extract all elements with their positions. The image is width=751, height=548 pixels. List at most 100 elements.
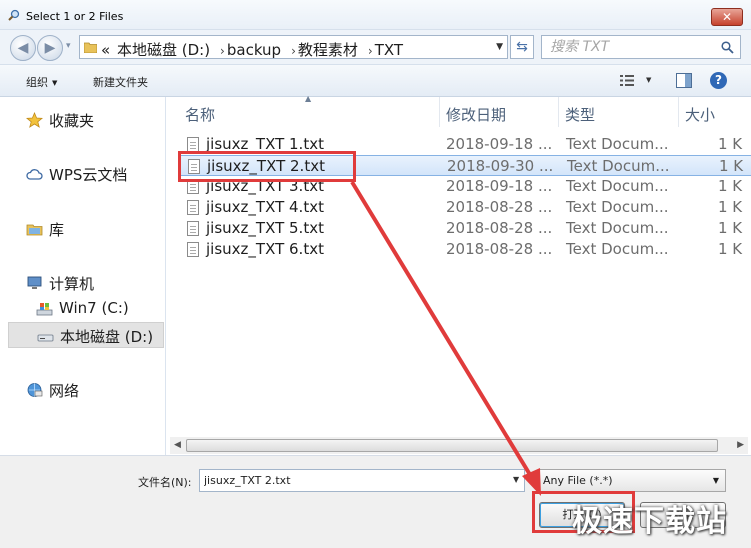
file-row[interactable]: jisuxz_TXT 4.txt 2018-08-28 ... Text Doc…	[179, 197, 751, 218]
file-type: Text Docum...	[567, 157, 670, 175]
breadcrumb-separator[interactable]: ›	[291, 44, 296, 58]
breadcrumb: « 本地磁盘 (D:) › backup › 教程素材 › TXT	[101, 39, 405, 60]
filename-input[interactable]	[199, 469, 525, 492]
sort-ascending-icon: ▲	[305, 94, 312, 103]
file-row[interactable]: jisuxz_TXT 3.txt 2018-09-18 ... Text Doc…	[179, 176, 751, 197]
file-date: 2018-09-18 ...	[446, 177, 553, 195]
drive-c-icon	[36, 303, 53, 316]
watermark: 极速下载站	[572, 504, 727, 539]
search-icon[interactable]	[721, 41, 734, 54]
text-file-icon	[188, 159, 200, 174]
refresh-button[interactable]: ⇆	[510, 35, 534, 59]
search-input[interactable]	[550, 38, 710, 56]
sidebar-item-libraries[interactable]: 库	[0, 216, 166, 242]
forward-button[interactable]: ▶	[37, 35, 63, 61]
text-file-icon	[187, 221, 199, 236]
sidebar-item-network[interactable]: 网络	[0, 377, 166, 403]
file-row[interactable]: jisuxz_TXT 5.txt 2018-08-28 ... Text Doc…	[179, 218, 751, 239]
sidebar-item-label: Win7 (C:)	[59, 299, 129, 317]
file-type: Text Docum...	[566, 219, 669, 237]
organize-label: 组织	[26, 76, 48, 89]
breadcrumb-drive-d[interactable]: 本地磁盘 (D:)	[117, 41, 210, 59]
star-icon	[26, 112, 43, 128]
column-header-date[interactable]: 修改日期	[446, 104, 506, 125]
window-title: Select 1 or 2 Files	[26, 10, 124, 23]
file-type-filter[interactable]: Any File (*.*) ▼	[538, 469, 726, 492]
column-header-name[interactable]: 名称	[185, 104, 215, 125]
organize-menu[interactable]: 组织 ▼	[26, 74, 57, 90]
sidebar-item-drive-d[interactable]: 本地磁盘 (D:)	[8, 322, 164, 348]
scroll-left-icon[interactable]: ◀	[174, 440, 181, 450]
sidebar-item-label: 计算机	[49, 275, 95, 293]
back-button[interactable]: ◀	[10, 35, 36, 61]
file-date: 2018-08-28 ...	[446, 198, 553, 216]
file-type: Text Docum...	[566, 135, 669, 153]
breadcrumb-overflow[interactable]: «	[101, 41, 110, 59]
computer-icon	[27, 276, 42, 289]
title-bar: Select 1 or 2 Files ✕	[0, 0, 751, 30]
breadcrumb-backup[interactable]: backup	[227, 41, 281, 59]
text-file-icon	[187, 242, 199, 257]
text-file-icon	[187, 137, 199, 152]
folder-icon	[84, 42, 97, 53]
file-type: Text Docum...	[566, 240, 669, 258]
view-options-icon[interactable]	[620, 74, 634, 87]
close-button[interactable]: ✕	[711, 8, 743, 26]
search-app-icon	[8, 9, 20, 21]
file-row[interactable]: jisuxz_TXT 1.txt 2018-09-18 ... Text Doc…	[179, 134, 751, 155]
navigation-bar: ◀ ▶ ▾ « 本地磁盘 (D:) › backup › 教程素材 › TXT ▼ ⇆	[0, 30, 751, 64]
scrollbar-thumb[interactable]	[186, 439, 718, 452]
column-header-size[interactable]: 大小	[685, 104, 715, 125]
text-file-icon	[187, 200, 199, 215]
filename-dropdown-icon[interactable]: ▼	[513, 475, 519, 484]
cloud-icon	[26, 169, 43, 180]
address-dropdown-icon[interactable]: ▼	[496, 42, 503, 52]
drive-d-icon	[37, 334, 54, 342]
history-dropdown-icon[interactable]: ▾	[66, 41, 71, 51]
file-name: jisuxz_TXT 2.txt	[207, 157, 325, 175]
column-divider[interactable]	[558, 97, 559, 127]
file-size: 1 K	[718, 219, 743, 237]
text-file-icon	[187, 179, 199, 194]
breadcrumb-separator[interactable]: ›	[220, 44, 225, 58]
breadcrumb-txt[interactable]: TXT	[375, 41, 403, 59]
sidebar-item-wps-cloud[interactable]: WPS云文档	[0, 161, 166, 187]
scroll-right-icon[interactable]: ▶	[737, 440, 744, 450]
file-name: jisuxz_TXT 4.txt	[206, 198, 324, 216]
column-header-type[interactable]: 类型	[565, 104, 595, 125]
command-toolbar: 组织 ▼ 新建文件夹 ▼ ?	[0, 64, 751, 97]
sidebar-item-favorites[interactable]: 收藏夹	[0, 107, 166, 133]
file-size: 1 K	[718, 177, 743, 195]
file-row[interactable]: jisuxz_TXT 6.txt 2018-08-28 ... Text Doc…	[179, 239, 751, 260]
sidebar-item-computer[interactable]: 计算机	[0, 270, 166, 296]
address-bar[interactable]: « 本地磁盘 (D:) › backup › 教程素材 › TXT ▼	[79, 35, 508, 59]
file-name: jisuxz_TXT 5.txt	[206, 219, 324, 237]
sidebar-item-label: 库	[49, 221, 65, 239]
network-icon	[27, 383, 43, 397]
breadcrumb-separator[interactable]: ›	[368, 44, 373, 58]
file-size: 1 K	[718, 240, 743, 258]
file-date: 2018-08-28 ...	[446, 219, 553, 237]
navigation-pane: 收藏夹 WPS云文档 库 计算机 Win7 (C:) 本地磁盘 (D:) 网络	[0, 97, 166, 455]
file-name: jisuxz_TXT 3.txt	[206, 177, 324, 195]
horizontal-scrollbar[interactable]: ◀ ▶	[170, 437, 748, 454]
file-date: 2018-08-28 ...	[446, 240, 553, 258]
file-list: ▲ 名称 修改日期 类型 大小 jisuxz_TXT 1.txt 2018-09…	[167, 94, 751, 455]
file-size: 1 K	[718, 198, 743, 216]
file-row-selected[interactable]: jisuxz_TXT 2.txt 2018-09-30 ... Text Doc…	[179, 155, 751, 176]
preview-pane-icon[interactable]	[676, 73, 692, 88]
sidebar-item-drive-c[interactable]: Win7 (C:)	[0, 296, 166, 322]
chevron-down-icon: ▼	[52, 79, 58, 87]
search-box[interactable]	[541, 35, 741, 59]
filename-label: 文件名(N):	[138, 476, 192, 489]
new-folder-button[interactable]: 新建文件夹	[93, 74, 148, 90]
library-icon	[26, 224, 43, 236]
help-icon[interactable]: ?	[710, 72, 727, 89]
column-divider[interactable]	[439, 97, 440, 127]
file-size: 1 K	[718, 135, 743, 153]
column-divider[interactable]	[678, 97, 679, 127]
chevron-down-icon: ▼	[712, 476, 719, 485]
view-dropdown-icon[interactable]: ▼	[646, 76, 651, 84]
breadcrumb-tutorial-materials[interactable]: 教程素材	[298, 41, 358, 59]
file-name: jisuxz_TXT 6.txt	[206, 240, 324, 258]
